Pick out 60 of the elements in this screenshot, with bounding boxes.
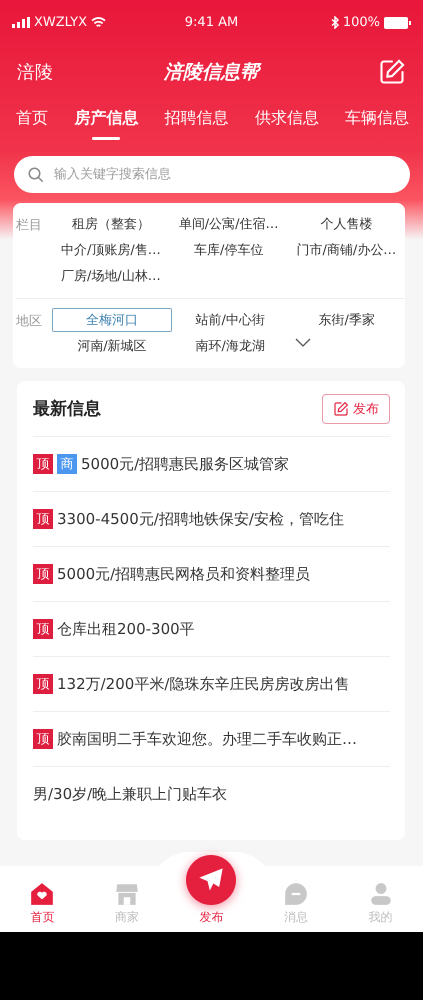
filter-option[interactable]: 全梅河口 (52, 308, 172, 332)
filter-option[interactable]: 东街/季家 (310, 308, 384, 332)
carrier-name: XWZLYX (34, 15, 88, 30)
search-field[interactable]: 输入关键字搜索信息 (14, 156, 410, 193)
filter-option[interactable]: 河南/新城区 (68, 334, 156, 358)
tag-label: 顶 (33, 564, 53, 584)
news-item[interactable]: 男/30岁/晚上兼职上门贴车衣 (33, 767, 390, 822)
news-text: 胶南国明二手车欢迎您。办理二手车收购正… (57, 730, 357, 748)
bluetooth-icon (330, 16, 339, 29)
news-text: 132万/200平米/隐珠东辛庄民房房改房出售 (57, 674, 350, 694)
filter-label: 栏目 (16, 217, 43, 235)
app-title: 涪陵信息帮 (164, 59, 259, 85)
city-name[interactable]: 涪陵 (17, 60, 77, 84)
filter-option[interactable]: 站前/中心街 (186, 308, 274, 332)
clock-time: 9:41 AM (184, 15, 238, 30)
news-text: 5000元/招聘惠民网格员和资料整理员 (57, 564, 310, 584)
house-heart-icon (29, 881, 56, 907)
news-text: 男/30岁/晚上兼职上门贴车衣 (33, 785, 228, 804)
filter-option[interactable]: 单间/公寓/住宿… (170, 212, 288, 236)
filter-option[interactable]: 租房（整套） (62, 212, 159, 236)
wifi-icon (91, 17, 106, 28)
category-tab[interactable]: 招聘信息 (164, 99, 228, 149)
chevron-down-icon[interactable] (294, 338, 310, 348)
tag-label: 顶 (33, 674, 53, 694)
chat-bubble-icon (283, 881, 310, 907)
filter-option[interactable]: 车库/停车位 (184, 238, 272, 262)
filter-option[interactable]: 门市/商铺/办公… (288, 238, 406, 262)
filter-option[interactable]: 中介/顶账房/售… (52, 238, 170, 262)
filter-label: 地区 (16, 313, 43, 331)
news-item[interactable]: 顶 5000元/招聘惠民网格员和资料整理员 (33, 547, 390, 602)
news-text: 5000元/招聘惠民服务区城管家 (81, 454, 290, 474)
tag-label: 商 (57, 454, 77, 474)
news-item[interactable]: 顶 3300-4500元/招聘地铁保安/安检，管吃住 (33, 492, 390, 547)
nav-tab[interactable]: 首页 (12, 881, 72, 926)
category-tab[interactable]: 首页 (16, 99, 48, 149)
filter-option[interactable]: 厂房/场地/山林… (52, 264, 170, 288)
section-title: 最新信息 (33, 398, 101, 420)
search-icon (27, 166, 45, 184)
news-item[interactable]: 顶 商 5000元/招聘惠民服务区城管家 (33, 437, 390, 492)
nav-tab[interactable]: 发布 (181, 855, 242, 926)
tag-label: 顶 (33, 509, 53, 529)
category-tab[interactable]: 房产信息 (74, 99, 138, 149)
signal-icon (12, 17, 30, 28)
category-tab[interactable]: 供求信息 (254, 99, 319, 149)
publish-button[interactable]: 发布 (322, 394, 390, 424)
news-text: 仓库出租200-300平 (57, 620, 195, 638)
filter-option[interactable]: 南环/海龙湖 (186, 334, 274, 358)
filter-option[interactable]: 个人售楼 (311, 212, 382, 236)
tag-label: 顶 (33, 729, 53, 749)
category-tab[interactable]: 车辆信息 (345, 99, 409, 149)
edit-icon (378, 58, 406, 86)
battery-icon (384, 16, 411, 28)
news-item[interactable]: 顶 胶南国明二手车欢迎您。办理二手车收购正… (33, 712, 390, 767)
news-text: 3300-4500元/招聘地铁保安/安检，管吃住 (57, 510, 344, 528)
news-item[interactable]: 顶 132万/200平米/隐珠东辛庄民房房改房出售 (33, 657, 390, 712)
news-item[interactable]: 顶 仓库出租200-300平 (33, 602, 390, 657)
battery-percent: 100% (342, 15, 380, 30)
tag-label: 顶 (33, 619, 53, 639)
edit-icon (333, 400, 349, 416)
tag-label: 顶 (33, 454, 53, 474)
